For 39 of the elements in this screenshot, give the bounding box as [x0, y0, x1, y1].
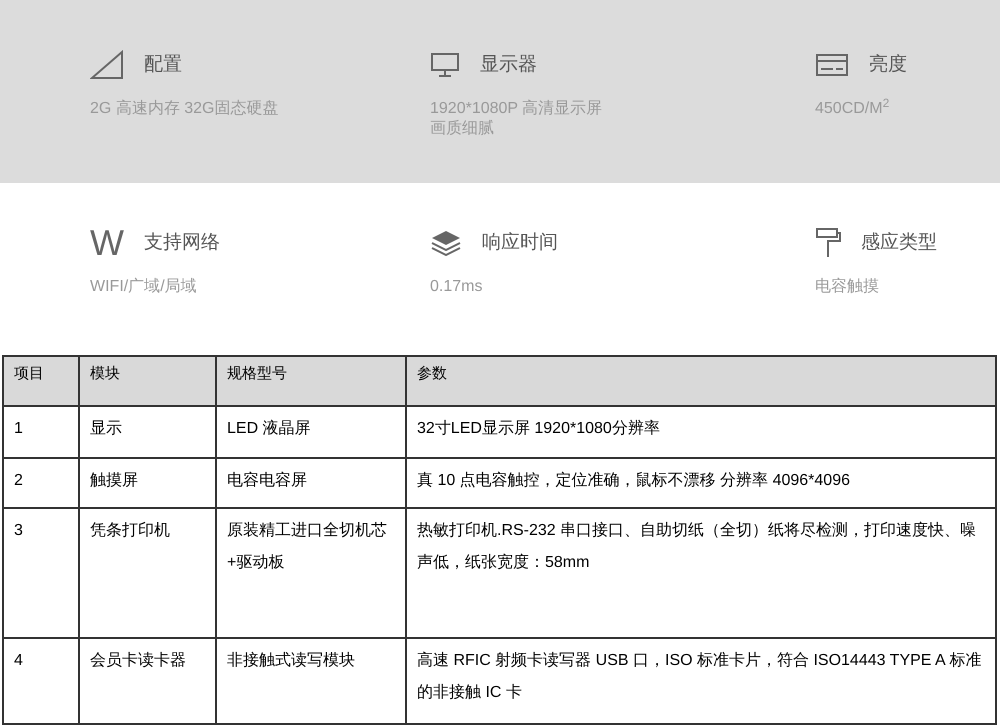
monitor-icon: [430, 52, 460, 78]
feature-description: 电容触摸: [815, 277, 880, 297]
table-cell: 3: [3, 508, 79, 638]
table-cell: 原装精工进口全切机芯+驱动板: [216, 508, 406, 638]
column-header: 规格型号: [216, 356, 406, 406]
table-cell: 32寸LED显示屏 1920*1080分辨率: [406, 406, 996, 458]
feature-title: 支持网络: [144, 230, 220, 255]
table-cell: 凭条打印机: [79, 508, 216, 638]
table-cell: 显示: [79, 406, 216, 458]
table-cell: 4: [3, 638, 79, 724]
feature-description: 画质细腻: [430, 119, 495, 139]
feature-title: 亮度: [869, 52, 907, 77]
feature-title: 感应类型: [861, 230, 937, 255]
table-cell: 会员卡读卡器: [79, 638, 216, 724]
layers-icon: [430, 229, 462, 257]
paint-roller-icon: [815, 227, 841, 259]
letter-icon: W: [90, 225, 124, 261]
feature-description: 2G 高速内存 32G固态硬盘: [90, 99, 280, 119]
feature-title: 显示器: [480, 52, 537, 77]
table-cell: 热敏打印机.RS-232 串口接口、自助切纸（全切）纸将尽检测，打印速度快、噪声低，纸张宽度：58mm: [406, 508, 996, 638]
feature-title: 配置: [144, 52, 182, 77]
table-cell: 电容电容屏: [216, 458, 406, 508]
triangle-icon: [90, 50, 124, 80]
feature-description: 0.17ms: [430, 277, 484, 297]
table-cell: 非接触式读写模块: [216, 638, 406, 724]
table-cell: 触摸屏: [79, 458, 216, 508]
table-cell: 高速 RFIC 射频卡读写器 USB 口，ISO 标准卡片，符合 ISO14443 TYPE A 标准的非接触 IC 卡: [406, 638, 996, 724]
table-cell: 1: [3, 406, 79, 458]
table-cell: 真 10 点电容触控，定位准确，鼠标不漂移 分辨率 4096*4096: [406, 458, 996, 508]
feature-title: 响应时间: [482, 230, 558, 255]
table-cell: LED 液晶屏: [216, 406, 406, 458]
feature-description: 1920*1080P 高清显示屏: [430, 99, 604, 119]
column-header: 模块: [79, 356, 216, 406]
feature-description: 450CD/M$^{2}$: [815, 99, 890, 119]
feature-description: WIFI/广域/局域: [90, 277, 198, 297]
card-icon: [815, 53, 849, 77]
column-header: 参数: [406, 356, 996, 406]
column-header: 项目: [3, 356, 79, 406]
table-cell: 2: [3, 458, 79, 508]
